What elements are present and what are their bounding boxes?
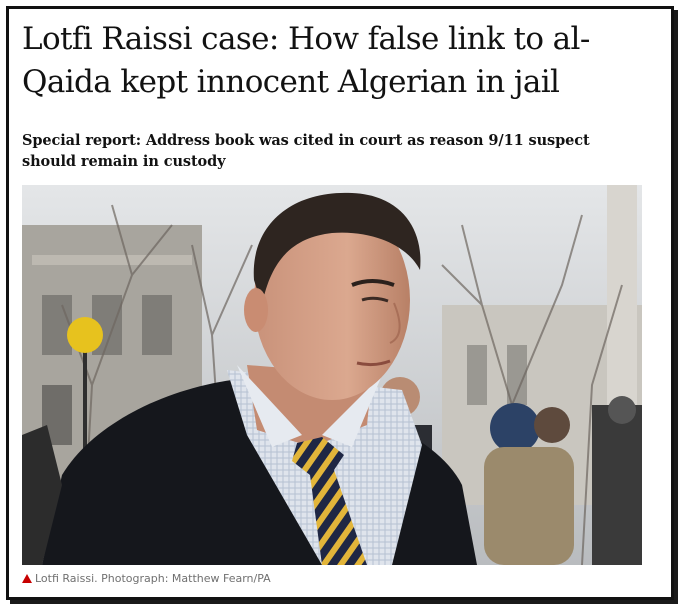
caption-text: Lotfi Raissi. Photograph: Matthew Fearn/… [35,572,271,585]
photo-illustration [22,185,642,565]
article-standfirst: Special report: Address book was cited i… [22,132,590,170]
triangle-icon [22,574,32,583]
article-photo [22,185,642,565]
photo-caption: Lotfi Raissi. Photograph: Matthew Fearn/… [22,570,642,588]
article-headline: Lotfi Raissi case: How false link to al-… [22,21,590,100]
